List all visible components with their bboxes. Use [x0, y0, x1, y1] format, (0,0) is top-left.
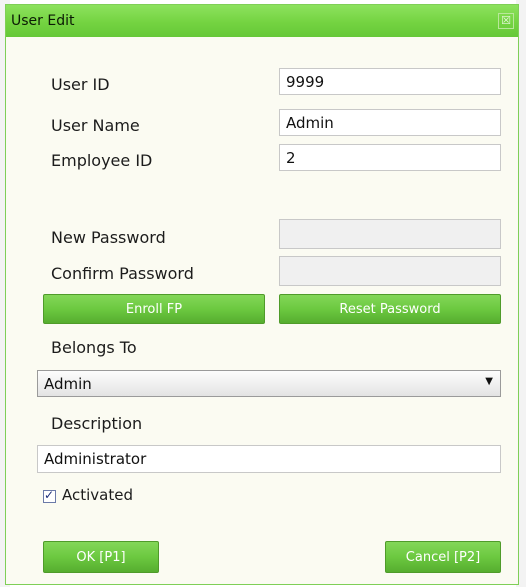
description-input[interactable] — [37, 445, 501, 473]
chevron-down-icon[interactable]: ▼ — [485, 376, 493, 387]
user-edit-dialog: User Edit ☒ User ID User Name Employee I… — [5, 4, 519, 585]
user-name-label: User Name — [51, 116, 140, 135]
activated-checkbox[interactable]: ✓ — [43, 488, 56, 503]
belongs-to-label: Belongs To — [51, 338, 137, 357]
description-label: Description — [51, 414, 143, 433]
employee-id-label: Employee ID — [51, 151, 153, 170]
checkmark-icon: ✓ — [44, 488, 55, 502]
belongs-to-select[interactable]: Admin ▼ — [37, 370, 501, 397]
user-id-input[interactable] — [279, 68, 501, 95]
new-password-input[interactable] — [279, 219, 501, 249]
title-bar[interactable]: User Edit ☒ — [6, 5, 518, 37]
reset-password-button[interactable]: Reset Password — [279, 294, 501, 324]
user-name-input[interactable] — [279, 109, 501, 136]
close-button[interactable]: ☒ — [498, 13, 514, 29]
close-icon: ☒ — [501, 14, 511, 27]
ok-button[interactable]: OK [P1] — [43, 541, 159, 573]
confirm-password-input[interactable] — [279, 256, 501, 286]
user-id-label: User ID — [51, 75, 110, 94]
confirm-password-label: Confirm Password — [51, 264, 194, 283]
cancel-button[interactable]: Cancel [P2] — [385, 541, 501, 573]
employee-id-input[interactable] — [279, 144, 501, 171]
window-title: User Edit — [11, 13, 75, 29]
belongs-to-value: Admin — [44, 375, 92, 393]
new-password-label: New Password — [51, 228, 166, 247]
activated-label: Activated — [62, 486, 133, 504]
enroll-fp-button[interactable]: Enroll FP — [43, 294, 265, 324]
